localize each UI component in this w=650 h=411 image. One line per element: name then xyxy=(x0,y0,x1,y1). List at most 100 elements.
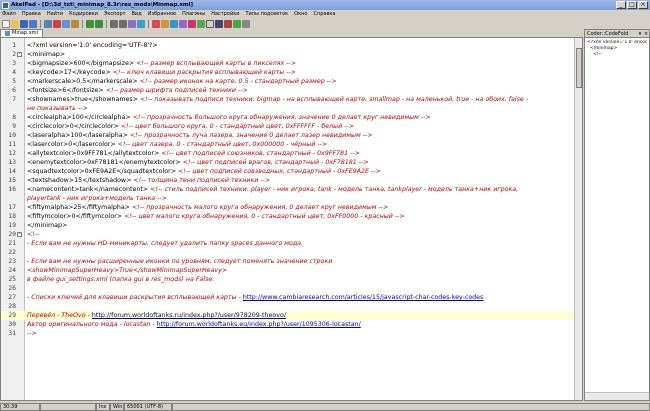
code-line[interactable]: 30 Автор оригинального мода - locastan - … xyxy=(1,320,582,329)
color-icon[interactable] xyxy=(179,19,187,28)
save-icon[interactable] xyxy=(20,19,28,28)
line-text: <minimap> xyxy=(27,50,65,59)
play-macro-icon[interactable] xyxy=(233,19,241,28)
code-line[interactable]: 31 --> xyxy=(1,329,582,338)
code-line[interactable]: 1 <?xml version='1.0' encoding='UTF-8'?> xyxy=(1,41,582,50)
menu-highlight-types[interactable]: Типы подсветок xyxy=(245,11,288,17)
code-line[interactable]: playertank - ник игрока+модель танка --> xyxy=(1,194,582,203)
url-link[interactable]: http://forum.worldoftanks.ru/index.php?/… xyxy=(92,312,286,319)
new-file-icon[interactable] xyxy=(2,19,10,28)
panel-horizontal-scrollbar[interactable] xyxy=(585,392,649,400)
code-line[interactable]: 29 Перевёл - TheOvo - http://forum.worldo… xyxy=(1,311,582,320)
code-line[interactable]: 15 <textshadow>15</textshadow> <!-- толщ… xyxy=(1,176,582,185)
line-number: 14 xyxy=(8,168,16,175)
minimize-button[interactable]: _ xyxy=(616,1,626,9)
code-line[interactable]: 27 - Списки ключей для клавиши раскрытия … xyxy=(1,293,582,302)
explorer-icon[interactable] xyxy=(215,19,223,28)
code-line[interactable]: 26 xyxy=(1,284,582,293)
panel-close-button[interactable]: × xyxy=(643,31,649,37)
undo-icon[interactable] xyxy=(86,19,94,28)
code-line[interactable]: 8 <circlealpha>100</circlealpha> <!-- пр… xyxy=(1,113,582,122)
fold-toggle-icon[interactable]: - xyxy=(17,52,22,57)
toolbar xyxy=(0,18,650,29)
code-line[interactable]: 2- <minimap> xyxy=(1,50,582,59)
vertical-scrollbar[interactable] xyxy=(574,38,582,400)
url-link[interactable]: http://www.cambiaresearch.com/articles/1… xyxy=(243,294,484,301)
help-icon[interactable] xyxy=(242,19,250,28)
fold-toggle-icon[interactable]: - xyxy=(17,232,22,237)
font-icon[interactable] xyxy=(170,19,178,28)
line-text: <showMinimapSuperHeavy>True</showMinimap… xyxy=(27,266,227,275)
menu-view[interactable]: Вид xyxy=(132,11,142,17)
code-line[interactable]: 3 <bigmapsize>600</bigmapsize> <!-- разм… xyxy=(1,59,582,68)
code-line[interactable]: 5 <markerscale>0.5</markerscale> <!-- ра… xyxy=(1,77,582,86)
code-line[interactable]: 14 <squadtextcolor>0xFE9A2E</squadtextco… xyxy=(1,167,582,176)
markup-text: <namecontent>tank</namecontent> xyxy=(27,186,151,193)
tab-minmap-xml[interactable]: Minap.xml xyxy=(0,29,43,37)
line-number: 5 xyxy=(12,78,16,85)
replace-icon[interactable] xyxy=(128,19,136,28)
code-line[interactable]: 28 xyxy=(1,302,582,311)
open-folder-icon[interactable] xyxy=(11,19,19,28)
code-line[interactable]: 12 <allytextcolor>0x9FF781</allytextcolo… xyxy=(1,149,582,158)
code-line[interactable]: 6 <fontsize>6</fontsize> <!-- размер шри… xyxy=(1,86,582,95)
markup-text: <shownames>true</shownames> xyxy=(27,96,140,103)
window-controls: _ □ × xyxy=(616,1,648,9)
comment-text: <!-- стиль подписей техники: player - ни… xyxy=(150,186,519,193)
menu-settings[interactable]: Настройки xyxy=(211,11,239,17)
code-line[interactable]: 13 <enemytextcolor>0xF78181</enemytextco… xyxy=(1,158,582,167)
line-text: не показывать --> xyxy=(27,104,88,113)
code-line[interactable]: 25 в файле gui_settings.xml (папка gui в… xyxy=(1,275,582,284)
close-button[interactable]: × xyxy=(638,1,648,9)
code-fold-icon[interactable] xyxy=(206,19,214,28)
code-line[interactable]: 18 <fiftymcolor>0</fiftymcolor> <!-- цве… xyxy=(1,212,582,221)
code-line[interactable]: 9 <circlecolor>0</circlecolor> <!-- цвет… xyxy=(1,122,582,131)
code-line[interactable]: 10 <laseralpha>100</laseralpha> <!-- про… xyxy=(1,131,582,140)
code-line[interactable]: 17 <fiftymalpha>25</fiftymalpha> <!-- пр… xyxy=(1,203,582,212)
menu-file[interactable]: Файл xyxy=(2,11,16,17)
print-icon[interactable] xyxy=(44,19,52,28)
code-line[interactable]: 19 </minimap> xyxy=(1,221,582,230)
line-text: <squadtextcolor>0xFE9A2E</squadtextcolor… xyxy=(27,167,381,176)
menu-help[interactable]: Справка xyxy=(313,11,335,17)
redo-icon[interactable] xyxy=(95,19,103,28)
save-all-icon[interactable] xyxy=(29,19,37,28)
code-line[interactable]: 21 - Если вам не нужны HD-миникарты, след… xyxy=(1,239,582,248)
copy-icon[interactable] xyxy=(62,19,70,28)
maximize-button[interactable]: □ xyxy=(627,1,637,9)
line-text: <fiftymcolor>0</fiftymcolor> <!-- цвет м… xyxy=(27,212,405,221)
on-top-icon[interactable] xyxy=(161,19,169,28)
settings-icon[interactable] xyxy=(197,19,205,28)
menu-plugins[interactable]: Плагины xyxy=(182,11,205,17)
code-line[interactable]: 20- <!-- xyxy=(1,230,582,239)
plugin-icon[interactable] xyxy=(188,19,196,28)
menu-favorites[interactable]: Избранное xyxy=(148,11,176,17)
code-line[interactable]: 4 <keycode>17</keycode> <!-- ключ клавиш… xyxy=(1,68,582,77)
code-editor[interactable]: 1 <?xml version='1.0' encoding='UTF-8'?> 2… xyxy=(0,37,583,401)
word-wrap-icon[interactable] xyxy=(152,19,160,28)
menu-find[interactable]: Найти xyxy=(47,11,63,17)
url-link[interactable]: http://forum.worldoftanks.eu/index.php?/… xyxy=(157,321,361,328)
code-line[interactable]: 7 <shownames>true</shownames> <!-- показ… xyxy=(1,95,582,104)
paste-icon[interactable] xyxy=(71,19,79,28)
find-next-icon[interactable] xyxy=(119,19,127,28)
line-number: 3 xyxy=(12,60,16,67)
menu-window[interactable]: Окно xyxy=(294,11,307,17)
code-line[interactable]: 16 <namecontent>tank</namecontent> <!-- … xyxy=(1,185,582,194)
code-line[interactable]: 22 xyxy=(1,248,582,257)
find-icon[interactable] xyxy=(110,19,118,28)
markup-text: <enemytextcolor>0xF78181</enemytextcolor… xyxy=(27,159,183,166)
code-line[interactable]: 23 - Если вам не нужны расширенные иконки… xyxy=(1,257,582,266)
comment-text: <!-- xyxy=(27,231,40,238)
scrollbar-thumb[interactable] xyxy=(576,48,582,88)
tree-node[interactable]: <!-- xyxy=(587,52,647,58)
menu-edit[interactable]: Правка xyxy=(22,11,41,17)
cut-icon[interactable] xyxy=(53,19,61,28)
code-line[interactable]: 11 <lasercolor>0</lasercolor> <!-- цвет … xyxy=(1,140,582,149)
record-macro-icon[interactable] xyxy=(224,19,232,28)
code-line[interactable]: 24 <showMinimapSuperHeavy>True</showMini… xyxy=(1,266,582,275)
menu-export[interactable]: Экспорт xyxy=(104,11,126,17)
menu-encodings[interactable]: Кодировки xyxy=(69,11,98,17)
code-line[interactable]: не показывать --> xyxy=(1,104,582,113)
goto-icon[interactable] xyxy=(137,19,145,28)
